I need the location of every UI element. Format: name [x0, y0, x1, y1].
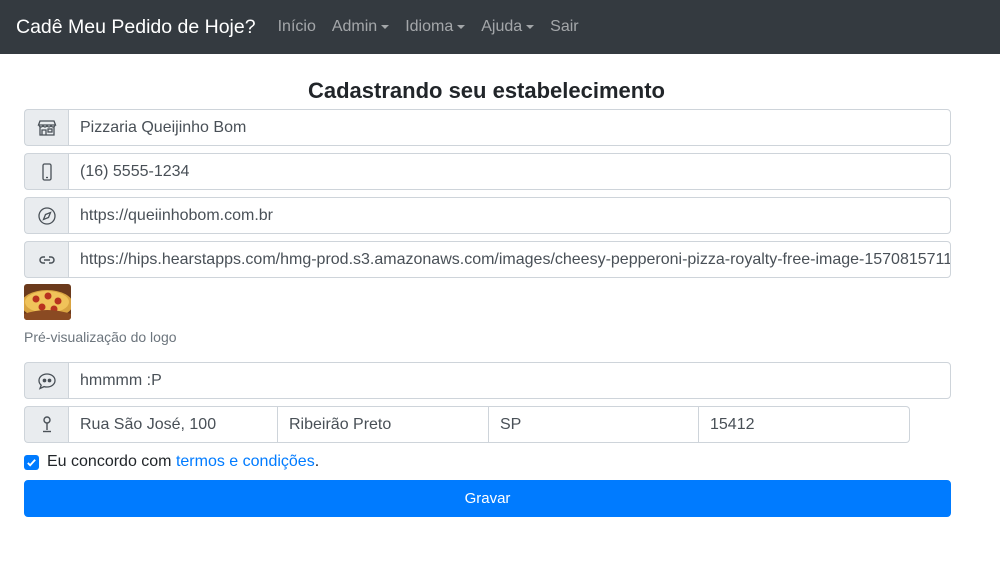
caret-down-icon — [526, 25, 535, 29]
nav-item-label: Admin — [331, 18, 378, 35]
name-input-group: Pizzaria Queijinho Bom — [24, 109, 951, 146]
zip-field[interactable]: 15412 — [699, 406, 910, 443]
website-field[interactable]: https://queiinhobom.com.br — [68, 197, 951, 234]
logo-url-field[interactable]: https://hips.hearstapps.com/hmg-prod.s3.… — [68, 241, 951, 278]
terms-link[interactable]: termos e condições — [176, 453, 315, 471]
logo-url-input-group: https://hips.hearstapps.com/hmg-prod.s3.… — [24, 241, 951, 278]
website-input-group: https://queiinhobom.com.br — [24, 197, 951, 234]
phone-field[interactable]: (16) 5555-1234 — [68, 153, 951, 190]
address-input-group: Rua São José, 100 Ribeirão Preto SP 1541… — [24, 406, 910, 443]
compass-icon — [24, 197, 68, 234]
street-field[interactable]: Rua São José, 100 — [68, 406, 278, 443]
phone-input-group: (16) 5555-1234 — [24, 153, 951, 190]
logo-preview-label: Pré-visualização do logo — [24, 329, 177, 345]
nav-item-label: Sair — [550, 18, 579, 35]
nav-item-admin[interactable]: Admin — [324, 18, 397, 36]
nav-item-idioma[interactable]: Idioma — [397, 18, 473, 36]
check-icon — [27, 458, 36, 467]
navbar-brand[interactable]: Cadê Meu Pedido de Hoje? — [16, 16, 256, 39]
nav-item-label: Início — [277, 18, 316, 35]
quote-icon — [24, 362, 68, 399]
caret-down-icon — [381, 25, 390, 29]
name-field[interactable]: Pizzaria Queijinho Bom — [68, 109, 951, 146]
slogan-field[interactable]: hmmmm :P — [68, 362, 951, 399]
navbar: Cadê Meu Pedido de Hoje? Início Admin Id… — [0, 0, 1000, 54]
nav-item-ajuda[interactable]: Ajuda — [473, 18, 542, 36]
agree-text: Eu concordo com — [47, 453, 176, 470]
nav-item-label: Idioma — [405, 18, 454, 35]
nav-item-label: Ajuda — [481, 18, 523, 35]
shop-icon — [24, 109, 68, 146]
save-button[interactable]: Gravar — [24, 480, 951, 517]
link-icon — [24, 241, 68, 278]
slogan-input-group: hmmmm :P — [24, 362, 951, 399]
caret-down-icon — [457, 25, 466, 29]
page-title: Cadastrando seu estabelecimento — [307, 78, 665, 103]
nav-item-inicio[interactable]: Início — [270, 18, 324, 36]
city-field[interactable]: Ribeirão Preto — [278, 406, 489, 443]
logo-preview-image — [24, 284, 71, 320]
pin-icon — [24, 406, 68, 443]
agree-text-end: . — [314, 453, 320, 470]
nav-item-sair[interactable]: Sair — [542, 18, 586, 36]
phone-icon — [24, 153, 68, 190]
agree-checkbox[interactable] — [24, 454, 39, 470]
agree-row: Eu concordo com termos e condições . — [24, 453, 319, 471]
state-field[interactable]: SP — [489, 406, 699, 443]
